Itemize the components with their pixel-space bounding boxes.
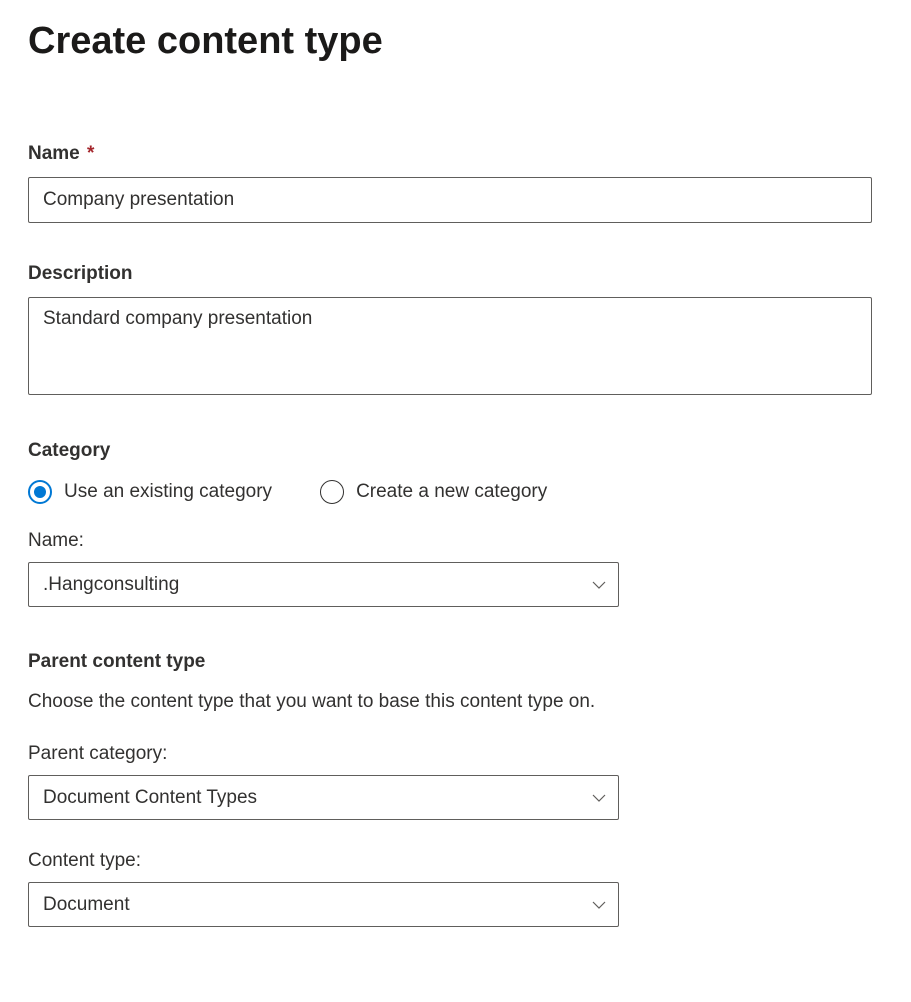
content-type-dropdown[interactable]: Document xyxy=(28,882,619,927)
category-radio-group: Use an existing category Create a new ca… xyxy=(28,480,883,504)
description-field-group: Description Standard company presentatio… xyxy=(28,263,883,400)
name-input[interactable] xyxy=(28,177,872,223)
chevron-down-icon xyxy=(592,578,606,592)
content-type-label: Content type: xyxy=(28,850,883,872)
parent-section: Parent content type Choose the content t… xyxy=(28,651,883,927)
parent-helper-text: Choose the content type that you want to… xyxy=(28,691,883,713)
parent-heading: Parent content type xyxy=(28,651,883,673)
parent-category-dropdown[interactable]: Document Content Types xyxy=(28,775,619,820)
description-input[interactable]: Standard company presentation xyxy=(28,297,872,395)
description-label: Description xyxy=(28,263,883,285)
radio-existing-category[interactable]: Use an existing category xyxy=(28,480,272,504)
radio-circle-icon xyxy=(28,480,52,504)
category-heading: Category xyxy=(28,440,883,462)
content-type-value: Document xyxy=(43,894,592,916)
category-section: Category Use an existing category Create… xyxy=(28,440,883,607)
radio-dot-icon xyxy=(34,486,46,498)
radio-new-label: Create a new category xyxy=(356,481,547,503)
parent-category-value: Document Content Types xyxy=(43,787,592,809)
name-label: Name * xyxy=(28,143,883,165)
category-name-dropdown[interactable]: .Hangconsulting xyxy=(28,562,619,607)
name-field-group: Name * xyxy=(28,143,883,223)
page-title: Create content type xyxy=(28,20,883,63)
parent-category-group: Parent category: Document Content Types xyxy=(28,743,883,820)
category-name-value: .Hangconsulting xyxy=(43,574,592,596)
chevron-down-icon xyxy=(592,898,606,912)
radio-new-category[interactable]: Create a new category xyxy=(320,480,547,504)
name-label-text: Name xyxy=(28,143,80,164)
radio-circle-icon xyxy=(320,480,344,504)
radio-existing-label: Use an existing category xyxy=(64,481,272,503)
chevron-down-icon xyxy=(592,791,606,805)
parent-category-label: Parent category: xyxy=(28,743,883,765)
category-name-label: Name: xyxy=(28,530,883,552)
required-asterisk: * xyxy=(87,143,94,164)
content-type-group: Content type: Document xyxy=(28,850,883,927)
